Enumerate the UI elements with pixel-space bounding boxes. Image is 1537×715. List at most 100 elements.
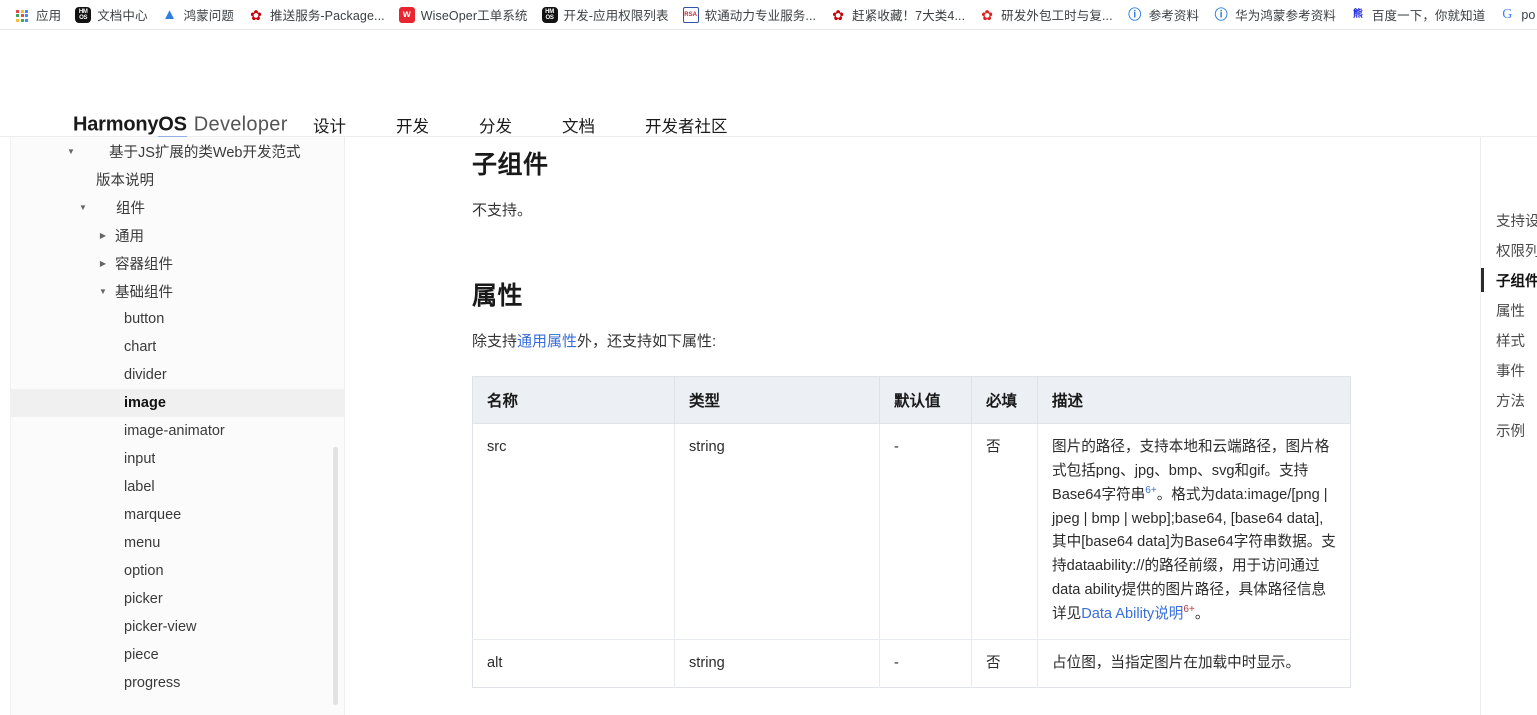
toc-item-label: 事件	[1496, 363, 1525, 380]
bookmark-item[interactable]: ▲ 鸿蒙问题	[156, 3, 240, 27]
table-cell-name: alt	[472, 639, 675, 688]
sidebar-item-button[interactable]: button	[11, 305, 344, 333]
sidebar-item-label: button	[124, 311, 165, 327]
main-navigation: 设计 开发 分发 文档 开发者社区	[313, 113, 728, 137]
blue-triangle-icon: ▲	[162, 6, 178, 23]
toc-item-7[interactable]: 示例	[1481, 415, 1537, 445]
sidebar-item-label: 版本说明	[96, 172, 154, 189]
bookmark-label: 百度一下，你就知道	[1371, 9, 1486, 23]
chevron-down-icon[interactable]: ▼	[96, 287, 110, 296]
sidebar-item-input[interactable]: input	[11, 445, 344, 473]
sidebar-item-imageanimator[interactable]: image-animator	[11, 417, 344, 445]
sidebar-item-[interactable]: ▼ 组件	[11, 193, 344, 221]
attributes-table: 名称 类型 默认值 必填 描述 src string - 否图片的路径，支持本地和云端路径，图…	[472, 376, 1351, 689]
sidebar-item-pickerview[interactable]: picker-view	[11, 613, 344, 641]
chevron-right-icon[interactable]: ▶	[96, 231, 110, 240]
reference-icon: ⓘ	[1128, 7, 1142, 22]
link-common-attributes[interactable]: 通用属性	[517, 333, 577, 350]
sidebar-item-label[interactable]: label	[11, 473, 344, 501]
bookmark-item[interactable]: HM OS 开发-应用权限列表	[536, 3, 675, 27]
sidebar-item-chart[interactable]: chart	[11, 333, 344, 361]
chevron-down-icon[interactable]: ▼	[76, 203, 90, 212]
table-column-header: 必填	[971, 376, 1038, 424]
toc-item-label: 示例	[1496, 423, 1525, 440]
table-column-header: 名称	[472, 376, 675, 424]
rsa-icon: RSA	[682, 6, 699, 23]
bookmark-label: WiseOper工单系统	[420, 9, 528, 23]
sidebar-item-label: 通用	[115, 228, 144, 245]
toc-item-0[interactable]: 支持设	[1481, 205, 1537, 235]
bookmark-item[interactable]: RSA 软通动力专业服务...	[677, 3, 823, 27]
table-cell-description: 占位图，当指定图片在加载中时显示。	[1038, 639, 1351, 688]
sidebar-item-[interactable]: ▼ 基础组件	[11, 277, 344, 305]
nav-item-1[interactable]: 开发	[396, 113, 429, 137]
sidebar-item-label: label	[124, 479, 155, 495]
toc-item-label: 方法	[1496, 393, 1525, 410]
table-cell-type: string	[674, 639, 880, 688]
sidebar-item-[interactable]: 版本说明	[11, 165, 344, 193]
sidebar-scrollbar[interactable]	[333, 447, 338, 705]
sidebar-item-option[interactable]: option	[11, 557, 344, 585]
toc-item-4[interactable]: 样式	[1481, 325, 1537, 355]
text-child-components-body: 不支持。	[472, 202, 533, 219]
bookmark-item[interactable]: ⓘ 参考资料	[1121, 3, 1205, 27]
sidebar-item-menu[interactable]: menu	[11, 529, 344, 557]
bookmark-item[interactable]: 熊百度一下，你就知道	[1344, 3, 1491, 27]
bookmark-item[interactable]: ⓘ 华为鸿蒙参考资料	[1207, 3, 1342, 27]
bookmark-item[interactable]: 应用	[8, 3, 67, 27]
chevron-right-icon[interactable]: ▶	[96, 259, 110, 268]
sidebar-tree-list: ▼ 基于JS扩展的类Web开发范式版本说明 ▼ 组件 ▶ 通用 ▶ 容器组件 ▼ 基础组件 butt…	[11, 137, 344, 697]
table-cell-default: -	[879, 639, 972, 688]
toc-item-3[interactable]: 属性	[1481, 295, 1537, 325]
bookmark-label: 文档中心	[97, 9, 148, 23]
content-area: ▼ 基于JS扩展的类Web开发范式版本说明 ▼ 组件 ▶ 通用 ▶ 容器组件 ▼ 基础组件 butt…	[0, 137, 1537, 715]
bookmark-label: 应用	[36, 9, 62, 23]
toc-item-5[interactable]: 事件	[1481, 355, 1537, 385]
table-cell-required: 否	[971, 423, 1038, 640]
sidebar-item-piece[interactable]: piece	[11, 641, 344, 669]
bookmark-label: 软通动力专业服务...	[704, 9, 817, 23]
huawei-flower-icon: ✿	[832, 6, 844, 23]
nav-item-3[interactable]: 文档	[562, 113, 595, 137]
sidebar-item-divider[interactable]: divider	[11, 361, 344, 389]
reference-icon: ⓘ	[1214, 7, 1228, 22]
table-row: alt string - 否占位图，当指定图片在加载中时显示。	[472, 639, 1351, 688]
bookmark-item[interactable]: HM OS 文档中心	[69, 3, 153, 27]
sidebar-item-jsweb[interactable]: ▼ 基于JS扩展的类Web开发范式	[11, 137, 344, 165]
sidebar-item-progress[interactable]: progress	[11, 669, 344, 697]
bookmark-item[interactable]: ✿ 研发外包工时与复...	[973, 3, 1119, 27]
bookmark-item[interactable]: Gpo	[1493, 3, 1537, 27]
site-header: HarmonyOS Developer 设计 开发 分发 文档 开发者社区	[0, 31, 1537, 139]
logo-brand-text: HarmonyOS	[73, 113, 187, 139]
sidebar-item-image[interactable]: image	[11, 389, 344, 417]
toc-item-2[interactable]: 子组件	[1481, 265, 1537, 295]
bookmark-item[interactable]: ✿ 赶紧收藏！7大类4...	[824, 3, 971, 27]
sidebar-item-[interactable]: ▶ 容器组件	[11, 249, 344, 277]
nav-item-4[interactable]: 开发者社区	[645, 113, 728, 137]
harmonyos-developer-logo[interactable]: HarmonyOS Developer	[73, 113, 288, 139]
left-sidebar-tree[interactable]: ▼ 基于JS扩展的类Web开发范式版本说明 ▼ 组件 ▶ 通用 ▶ 容器组件 ▼ 基础组件 butt…	[10, 137, 345, 715]
version-badge-superscript: 6+	[1183, 604, 1195, 616]
chevron-down-icon[interactable]: ▼	[64, 147, 78, 156]
bookmark-label: 研发外包工时与复...	[1001, 9, 1113, 23]
sidebar-item-label: 组件	[116, 200, 145, 217]
huawei-flower-icon: ✿	[250, 6, 262, 23]
bookmark-item[interactable]: ✿ 推送服务-Package...	[242, 3, 391, 27]
sidebar-item-marquee[interactable]: marquee	[11, 501, 344, 529]
bookmark-item[interactable]: w WiseOper工单系统	[393, 3, 534, 27]
logo-developer-text: Developer	[193, 113, 288, 136]
sidebar-item-label: chart	[124, 339, 157, 355]
bookmark-label: 赶紧收藏！7大类4...	[852, 9, 966, 23]
nav-item-2[interactable]: 分发	[479, 113, 512, 137]
toc-item-1[interactable]: 权限列	[1481, 235, 1537, 265]
toc-item-6[interactable]: 方法	[1481, 385, 1537, 415]
sidebar-item-picker[interactable]: picker	[11, 585, 344, 613]
version-badge-superscript: 6+	[1145, 485, 1157, 497]
nav-item-0[interactable]: 设计	[313, 113, 346, 137]
sidebar-item-label: image	[124, 395, 166, 411]
sidebar-item-[interactable]: ▶ 通用	[11, 221, 344, 249]
link-data-ability-doc[interactable]: Data Ability说明	[1081, 606, 1183, 622]
sidebar-item-label: 基础组件	[115, 284, 173, 301]
hmos-icon: HM OS	[541, 6, 558, 23]
right-table-of-contents[interactable]: 支持设 权限列 子组件 属性 样式事件方法示例	[1480, 137, 1537, 715]
